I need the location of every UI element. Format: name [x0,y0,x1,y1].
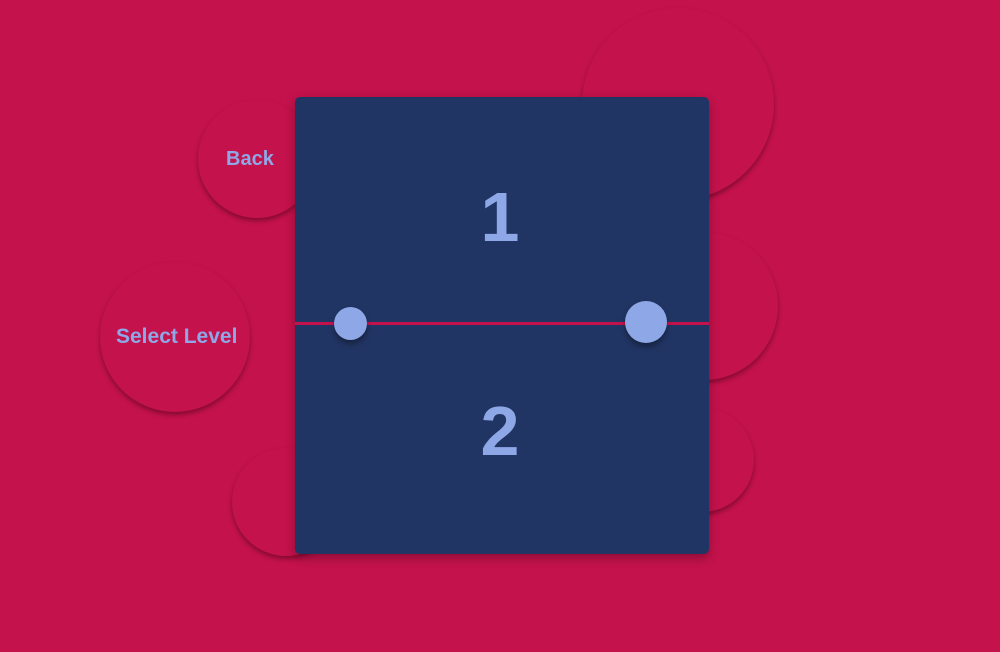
level-2-option[interactable]: 2 [0,396,1000,466]
back-button-label: Back [226,147,274,170]
select-level-label: Select Level [116,325,238,348]
divider-handle-right[interactable] [625,301,667,343]
select-level-button[interactable]: Select Level [100,262,250,412]
level-1-option[interactable]: 1 [0,182,1000,252]
divider-handle-left[interactable] [334,307,367,340]
